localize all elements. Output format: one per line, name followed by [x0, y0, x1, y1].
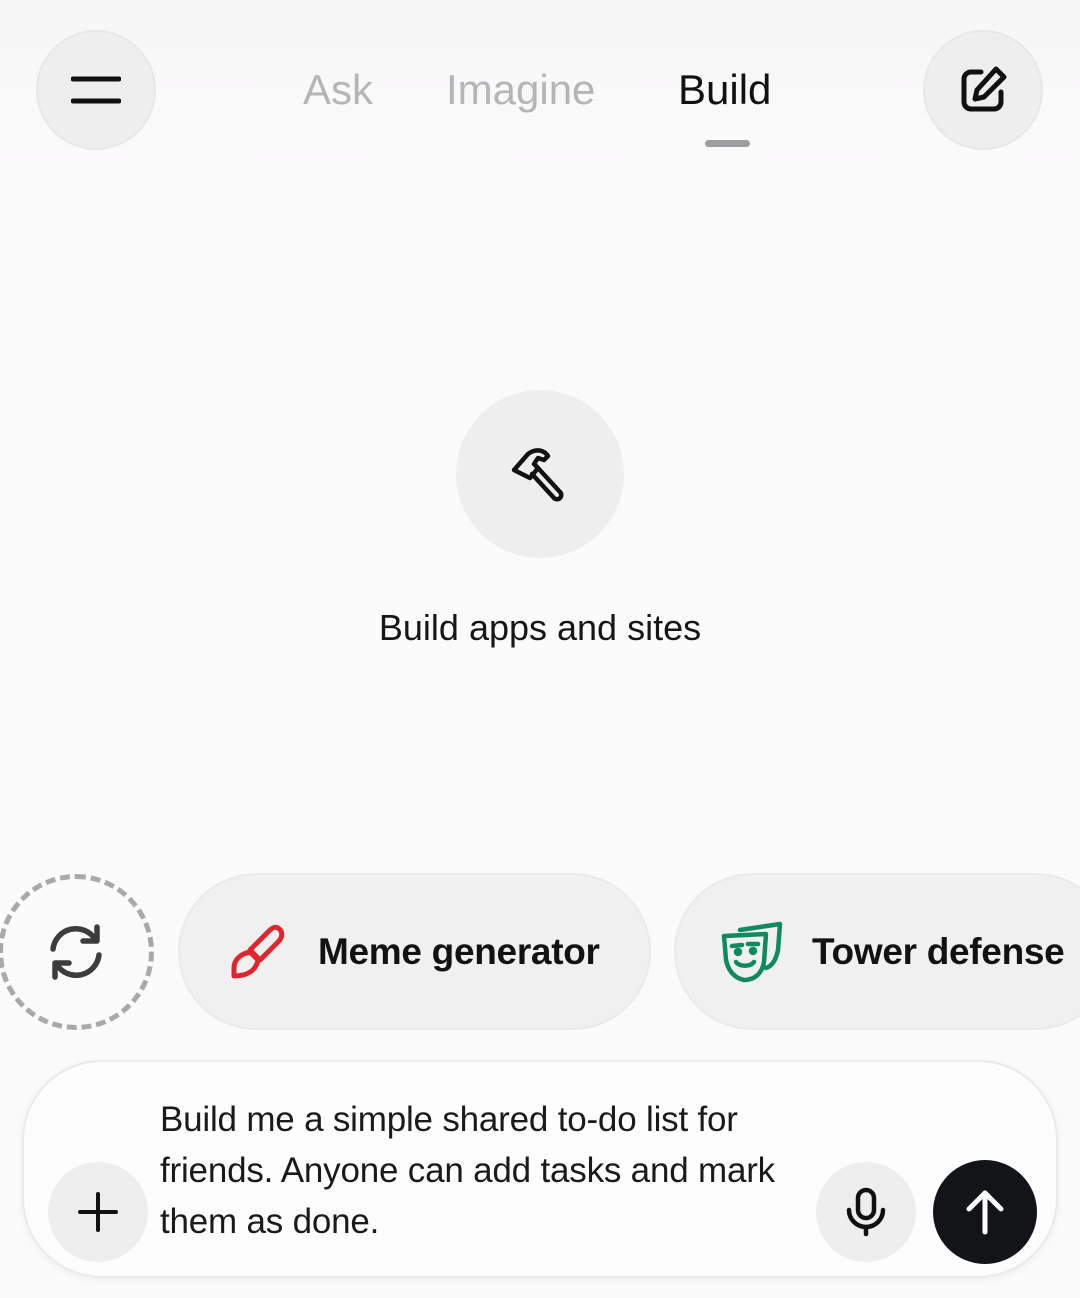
tab-imagine[interactable]: Imagine [446, 60, 595, 120]
hero-icon-circle [456, 390, 624, 558]
send-button[interactable] [933, 1160, 1037, 1264]
suggestion-chip-tower-defense[interactable]: Tower defense [674, 873, 1080, 1030]
compose-icon [961, 66, 1007, 112]
hammer-icon [511, 448, 564, 502]
active-tab-indicator [705, 140, 750, 147]
chip-label: Meme generator [318, 930, 600, 972]
refresh-icon [50, 924, 102, 980]
paintbrush-icon [231, 924, 285, 978]
top-bar: Ask Imagine Build [0, 0, 1080, 180]
refresh-suggestions-button[interactable] [0, 874, 154, 1030]
prompt-composer: Build me a simple shared to-do list for … [22, 1060, 1058, 1278]
suggestion-chip-meme-generator[interactable]: Meme generator [178, 873, 651, 1030]
chip-label: Tower defense [812, 930, 1065, 972]
microphone-icon [846, 1187, 886, 1237]
tab-ask[interactable]: Ask [303, 60, 373, 120]
add-attachment-button[interactable] [48, 1162, 148, 1262]
voice-input-button[interactable] [816, 1162, 916, 1262]
arrow-up-icon [966, 1190, 1004, 1235]
plus-icon [78, 1192, 118, 1232]
mode-tabs: Ask Imagine Build [0, 60, 1080, 150]
tab-build[interactable]: Build [678, 60, 771, 120]
theater-masks-icon [721, 921, 783, 982]
hero-caption: Build apps and sites [378, 607, 702, 648]
new-chat-button[interactable] [923, 30, 1043, 150]
prompt-input[interactable]: Build me a simple shared to-do list for … [160, 1094, 800, 1247]
